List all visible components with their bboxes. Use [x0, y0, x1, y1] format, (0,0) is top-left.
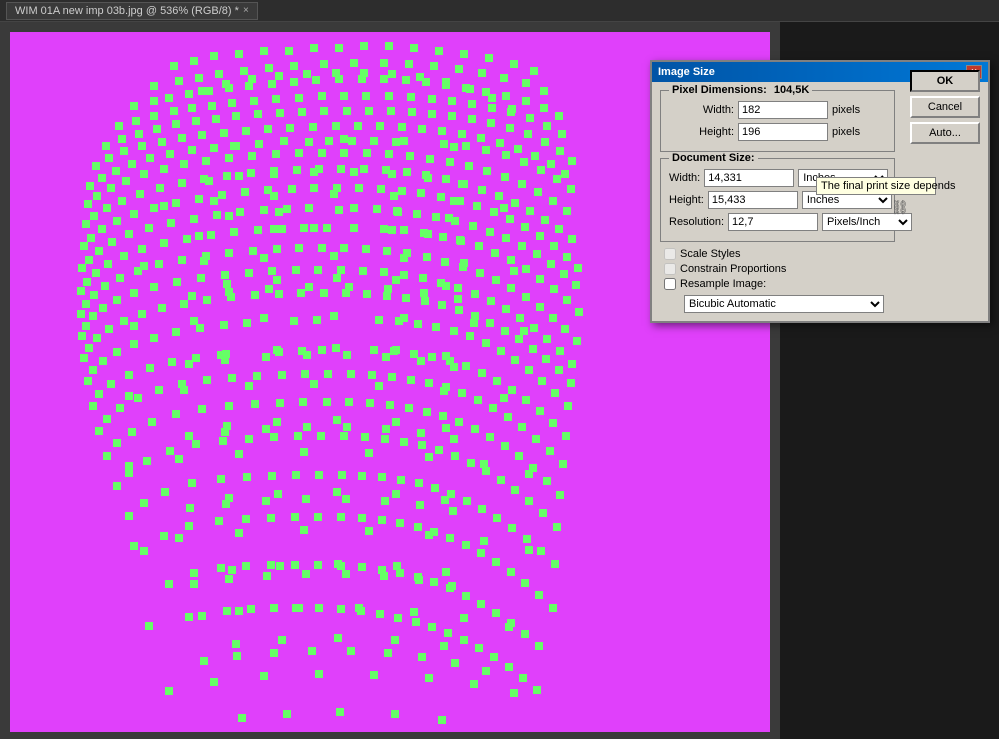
dialog-title: Image Size — [658, 66, 715, 78]
resolution-row: Resolution: Pixels/Inch Pixels/Centimete… — [669, 213, 886, 231]
dialog-body: OK Cancel Auto... Pixel Dimensions: 104,… — [652, 82, 988, 321]
resample-checkbox[interactable] — [664, 278, 676, 290]
resample-label: Resample Image: — [680, 278, 766, 290]
document-size-label: Document Size: — [669, 152, 758, 164]
image-size-dialog: Image Size × OK Cancel Auto... Pixel Dim… — [650, 60, 990, 323]
pixel-width-row: Width: pixels — [669, 101, 886, 119]
doc-width-label: Width: — [669, 172, 700, 184]
cancel-button[interactable]: Cancel — [910, 96, 980, 118]
resolution-label: Resolution: — [669, 216, 724, 228]
topbar: WIM 01A new imp 03b.jpg @ 536% (RGB/8) *… — [0, 0, 999, 22]
doc-height-label: Height: — [669, 194, 704, 206]
dialog-buttons: OK Cancel Auto... — [910, 70, 980, 144]
pixel-height-row: Height: pixels — [669, 123, 886, 141]
pixel-width-unit: pixels — [832, 104, 860, 116]
pixel-height-unit: pixels — [832, 126, 860, 138]
resample-select-row: Bicubic Automatic Preserve Details Bicub… — [664, 293, 980, 313]
resample-select[interactable]: Bicubic Automatic Preserve Details Bicub… — [684, 295, 884, 313]
pixel-height-input[interactable] — [738, 123, 828, 141]
scale-styles-label: Scale Styles — [680, 248, 741, 260]
doc-width-input[interactable] — [704, 169, 794, 187]
resolution-input[interactable] — [728, 213, 818, 231]
constrain-proportions-label: Constrain Proportions — [680, 263, 786, 275]
tab-close-icon[interactable]: × — [243, 5, 249, 16]
pixel-width-label: Width: — [669, 104, 734, 116]
document-tab[interactable]: WIM 01A new imp 03b.jpg @ 536% (RGB/8) *… — [6, 2, 258, 20]
pixel-dimensions-label: Pixel Dimensions: 104,5K — [669, 84, 812, 96]
tooltip: The final print size depends — [816, 177, 936, 195]
document-size-section: Document Size: The final print size depe… — [660, 158, 895, 242]
pixel-dimensions-section: Pixel Dimensions: 104,5K Width: pixels H… — [660, 90, 895, 152]
doc-height-input[interactable] — [708, 191, 798, 209]
checkboxes-area: Scale Styles Constrain Proportions Resam… — [660, 248, 980, 313]
auto-button[interactable]: Auto... — [910, 122, 980, 144]
resample-row: Resample Image: — [664, 278, 980, 290]
ok-button[interactable]: OK — [910, 70, 980, 92]
constrain-proportions-row: Constrain Proportions — [664, 263, 980, 275]
pixel-height-label: Height: — [669, 126, 734, 138]
tab-label: WIM 01A new imp 03b.jpg @ 536% (RGB/8) * — [15, 5, 239, 17]
scale-styles-checkbox[interactable] — [664, 248, 676, 260]
pixel-width-input[interactable] — [738, 101, 828, 119]
scale-styles-row: Scale Styles — [664, 248, 980, 260]
constrain-proportions-checkbox[interactable] — [664, 263, 676, 275]
